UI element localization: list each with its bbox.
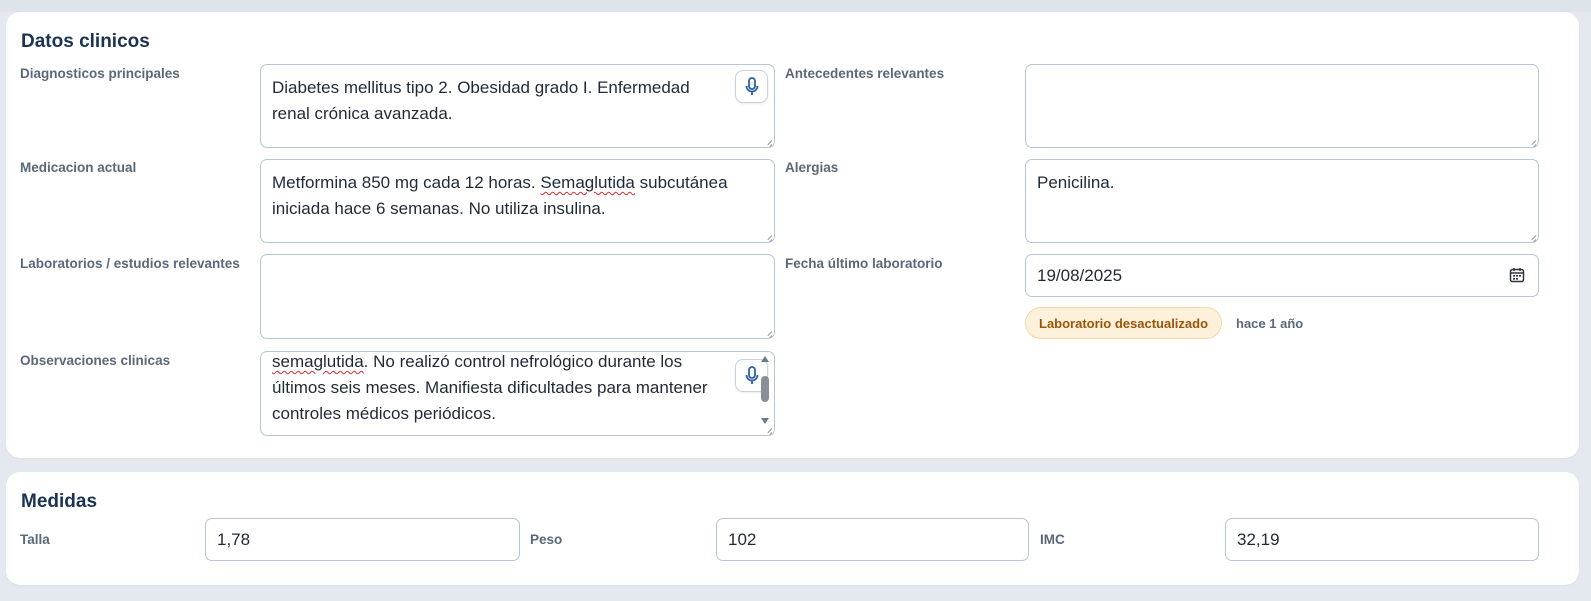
bmi-label: IMC bbox=[1040, 532, 1065, 547]
medication-misspelled-word: Semaglutida bbox=[540, 173, 635, 192]
top-strip bbox=[0, 0, 1591, 12]
observations-resize-handle[interactable] bbox=[763, 424, 772, 433]
scroll-up-arrow-icon[interactable] bbox=[761, 356, 769, 362]
diagnoses-text: Diabetes mellitus tipo 2. Obesidad grado… bbox=[272, 78, 690, 123]
bmi-input[interactable]: 32,19 bbox=[1225, 518, 1539, 561]
diagnoses-mic-button[interactable] bbox=[735, 70, 768, 103]
last-lab-date-input[interactable]: 19/08/2025 bbox=[1025, 254, 1539, 297]
medication-text-part1: Metformina 850 mg cada 12 horas. bbox=[272, 173, 541, 192]
outdated-lab-badge: Laboratorio desactualizado bbox=[1025, 307, 1223, 339]
weight-label: Peso bbox=[530, 532, 563, 547]
observations-scrollbar[interactable] bbox=[760, 356, 770, 424]
history-textarea[interactable] bbox=[1025, 64, 1539, 148]
diagnoses-textarea[interactable]: Diabetes mellitus tipo 2. Obesidad grado… bbox=[260, 64, 775, 148]
history-label: Antecedentes relevantes bbox=[785, 66, 945, 81]
clinical-data-title: Datos clinicos bbox=[21, 31, 150, 52]
clinical-data-card: Datos clinicos Diagnosticos principales … bbox=[6, 12, 1579, 458]
lab-age-text: hace 1 año bbox=[1236, 316, 1304, 331]
lab-studies-textarea[interactable] bbox=[260, 254, 775, 339]
medication-label: Medicacion actual bbox=[20, 160, 137, 175]
allergies-label: Alergias bbox=[785, 160, 839, 175]
weight-value: 102 bbox=[728, 529, 757, 549]
measures-title: Medidas bbox=[21, 491, 98, 512]
scroll-thumb[interactable] bbox=[761, 376, 769, 402]
diagnoses-resize-handle[interactable] bbox=[763, 136, 772, 145]
lab-studies-resize-handle[interactable] bbox=[763, 327, 772, 336]
observations-label: Observaciones clinicas bbox=[20, 353, 171, 368]
lab-studies-label: Laboratorios / estudios relevantes bbox=[20, 256, 240, 271]
allergies-resize-handle[interactable] bbox=[1527, 231, 1536, 240]
allergies-textarea[interactable]: Penicilina. bbox=[1025, 159, 1539, 243]
last-lab-date-label: Fecha último laboratorio bbox=[785, 256, 943, 271]
microphone-icon bbox=[745, 366, 758, 384]
height-input[interactable]: 1,78 bbox=[205, 518, 520, 561]
height-label: Talla bbox=[20, 532, 50, 547]
last-lab-date-value: 19/08/2025 bbox=[1037, 265, 1123, 285]
microphone-icon bbox=[745, 77, 758, 95]
height-value: 1,78 bbox=[217, 529, 251, 549]
medication-resize-handle[interactable] bbox=[763, 231, 772, 240]
bmi-value: 32,19 bbox=[1237, 529, 1280, 549]
weight-input[interactable]: 102 bbox=[716, 518, 1029, 561]
medication-textarea[interactable]: Metformina 850 mg cada 12 horas. Semaglu… bbox=[260, 159, 775, 243]
observations-misspelled-word: semaglutida bbox=[272, 352, 364, 371]
measures-card: Medidas Talla 1,78 Peso 102 IMC 32,19 bbox=[6, 472, 1579, 585]
diagnoses-label: Diagnosticos principales bbox=[20, 66, 180, 81]
observations-textarea[interactable]: semaglutida. No realizó control nefrológ… bbox=[260, 351, 775, 436]
calendar-icon[interactable] bbox=[1509, 267, 1525, 283]
history-resize-handle[interactable] bbox=[1527, 136, 1536, 145]
allergies-text: Penicilina. bbox=[1037, 173, 1115, 192]
